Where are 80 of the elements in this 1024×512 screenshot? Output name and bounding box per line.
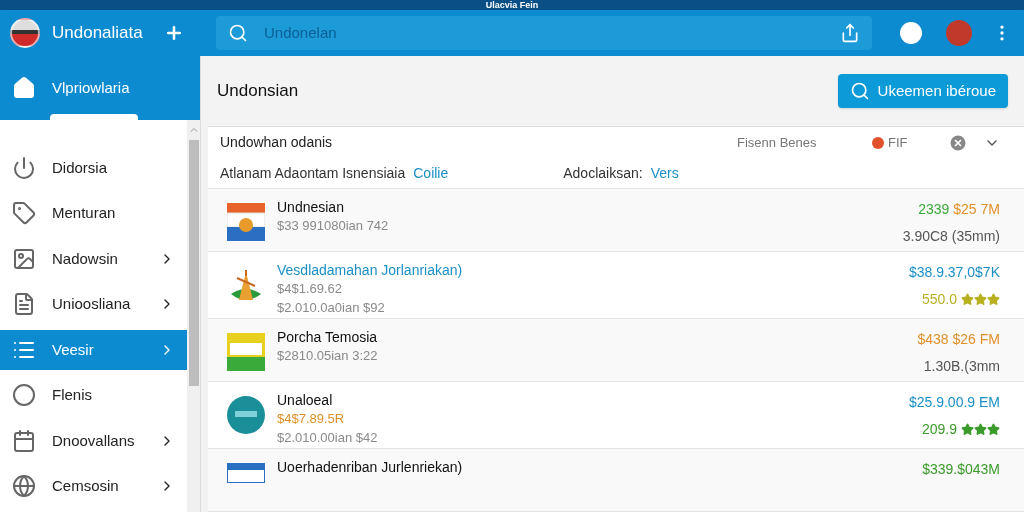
calendar-icon — [12, 428, 36, 453]
power-icon — [12, 155, 36, 180]
item-value: $339.$043M — [922, 459, 1000, 479]
sidebar-item[interactable]: Nadowsin — [0, 239, 187, 279]
star-icon — [987, 423, 1000, 437]
item-label: Didorsia — [52, 157, 109, 178]
star-icon — [961, 423, 974, 437]
item-value: 3.90C8 (35mm) — [902, 227, 1000, 247]
star-icon — [974, 293, 987, 307]
filter-label: Undowhan odanis — [220, 133, 334, 153]
item-value: 209.9 — [921, 420, 957, 440]
logo-icon — [10, 18, 40, 48]
filter-link[interactable]: Vers — [650, 163, 679, 185]
status-label: FIF — [888, 134, 909, 153]
list-item[interactable]: Uoerhadenriban Jurlenriekan) $339.$043M — [208, 448, 1024, 512]
item-title: Uoerhadenriban Jurlenriekan) — [277, 458, 464, 475]
item-title: Undnesian — [277, 199, 345, 216]
tag-icon — [12, 201, 36, 226]
sidebar-item[interactable]: Veesir — [0, 330, 187, 370]
sidebar-title[interactable]: Vlpriowlaria — [52, 76, 130, 100]
round-badge-icon — [227, 396, 265, 435]
globe-icon — [12, 474, 36, 499]
item-value: 550.0 — [921, 290, 957, 310]
sidebar-item[interactable]: Unioosliana — [0, 284, 187, 324]
circle-icon — [12, 383, 36, 408]
item-value: 1.30B.(3mm — [923, 357, 1000, 377]
list-item[interactable]: Undnesian $33 991080ian 742 2339 $25 7M 3.90C8 (35mm) — [208, 189, 1024, 253]
filter-text: Adoclaiksan: — [563, 164, 643, 184]
item-label: Nadowsin — [52, 248, 119, 269]
item-label: Dnoovallans — [52, 430, 136, 451]
image-icon — [12, 246, 36, 271]
document-icon — [12, 292, 36, 317]
add-icon[interactable] — [164, 23, 184, 43]
sidebar-item[interactable]: Menturan — [0, 193, 187, 233]
chat-icon[interactable] — [900, 22, 922, 44]
home-icon — [12, 76, 36, 100]
item-title: Unaloeal — [277, 392, 334, 409]
search-icon — [849, 81, 870, 101]
item-detail: $2.010.0a0ian $92 — [277, 300, 386, 317]
item-title: Vesdladamahan Jorlanriakan) — [277, 262, 464, 279]
item-label: Flenis — [52, 385, 93, 405]
window-title: Ulacvia Fein — [485, 0, 539, 10]
item-detail: $4$1.69.62 — [277, 281, 344, 298]
sort-label[interactable]: Fisenn Benes — [737, 133, 872, 153]
search-field[interactable]: Undonelan — [264, 21, 824, 45]
item-title: Porcha Temosia — [277, 329, 379, 346]
item-label: Unioosliana — [52, 294, 132, 314]
sidebar-item[interactable]: Flenis — [0, 375, 187, 415]
page-title: Undonsian — [217, 80, 299, 103]
scroll-thumb[interactable] — [188, 140, 199, 386]
scrollbar[interactable] — [187, 120, 200, 512]
card-icon — [227, 462, 265, 483]
item-label: Cemsosin — [52, 476, 120, 496]
item-value: 2339 — [918, 200, 950, 220]
item-label: Menturan — [52, 203, 117, 223]
item-value: $38.9.37,0$7K — [908, 263, 1000, 283]
star-icon — [961, 293, 974, 307]
item-detail: $4$7.89.5R — [277, 411, 346, 428]
flag-icon — [227, 203, 265, 242]
item-value: $25.9.00.9 EM — [908, 393, 1000, 413]
search-bar[interactable]: Undonelan — [216, 16, 872, 50]
sidebar-item[interactable]: Didorsia — [0, 148, 187, 188]
star-icon — [974, 423, 987, 437]
item-detail: $33 991080ian 742 — [277, 218, 390, 235]
sidebar-item[interactable]: Dnoovallans — [0, 421, 187, 461]
star-icon — [987, 293, 1000, 307]
share-icon[interactable] — [840, 23, 860, 43]
search-icon — [228, 23, 248, 43]
item-value: $438 $26 FM — [917, 330, 1000, 350]
clear-icon[interactable] — [948, 133, 968, 153]
item-detail: $2.010.00ian $42 — [277, 430, 379, 447]
item-detail: $2810.05ian 3:22 — [277, 348, 379, 365]
ticket-icon — [227, 333, 265, 372]
item-label: Veesir — [52, 339, 95, 360]
filter-link[interactable]: Coilie — [413, 163, 564, 185]
list-item[interactable]: Porcha Temosia $2810.05ian 3:22 $438 $26 FM 1.30B.(3mm — [208, 319, 1024, 383]
sidebar-item[interactable]: Cemsosin — [0, 466, 187, 506]
item-value: $25 7M — [953, 200, 1000, 220]
app-name: Undonaliata — [52, 22, 144, 45]
filter-text: Atlanam Adaontam Isnensiaia — [220, 164, 406, 184]
